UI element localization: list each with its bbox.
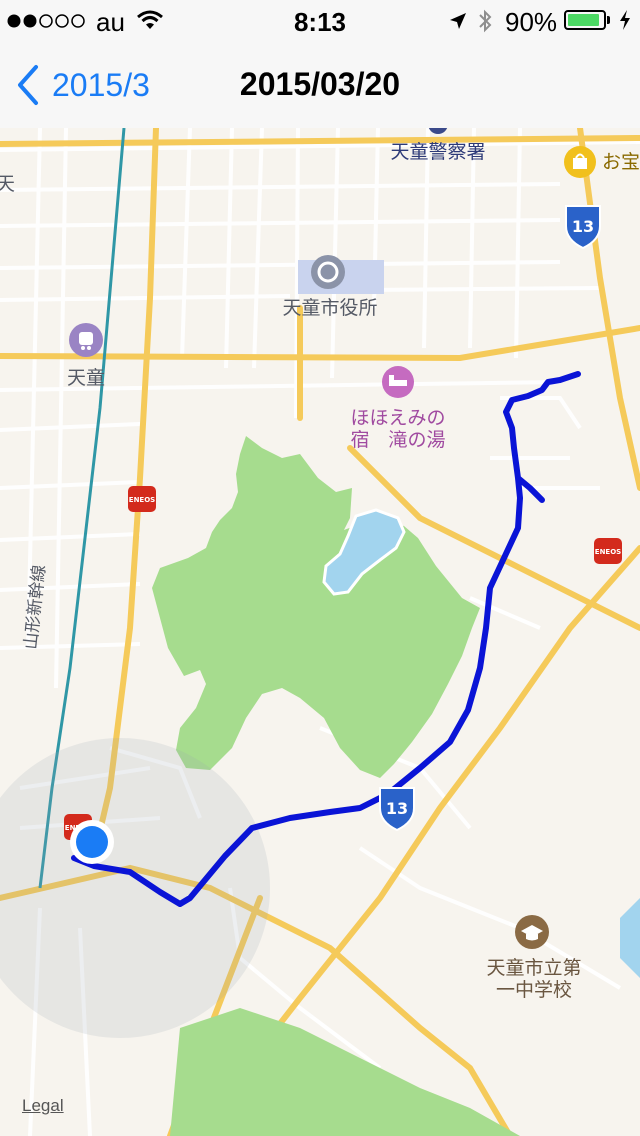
map-canvas[interactable]: 13 13 天童警察署 お宝 天童市役所 天童 天 ほほえみの 宿 滝の湯 天童… <box>0 128 640 1136</box>
svg-text:13: 13 <box>386 799 408 818</box>
hotel-icon[interactable] <box>382 366 414 398</box>
battery-icon <box>564 10 606 30</box>
current-location-dot-core <box>76 826 108 858</box>
shopping-bag-icon[interactable] <box>564 146 596 178</box>
svg-text:ENEOS: ENEOS <box>129 496 155 504</box>
battery-tip <box>607 16 610 24</box>
city-hall-label: 天童市役所 <box>282 297 377 319</box>
edge-label: 天 <box>0 173 15 195</box>
graduation-cap-icon[interactable] <box>515 915 549 949</box>
shop-label: お宝 <box>602 151 640 173</box>
train-station-icon[interactable] <box>69 323 103 357</box>
legal-link[interactable]: Legal <box>22 1096 64 1116</box>
location-arrow-icon <box>450 13 466 29</box>
city-hall-icon[interactable] <box>311 255 345 289</box>
charging-bolt-icon <box>620 10 630 30</box>
station-label: 天童 <box>67 367 105 389</box>
navigation-bar: 2015/3 2015/03/20 <box>0 42 640 129</box>
status-bar: au 8:13 90% <box>0 0 640 42</box>
battery-fill <box>568 14 599 26</box>
battery-percent: 90% <box>505 7 558 37</box>
bluetooth-icon <box>479 9 492 33</box>
school-label-line2: 一中学校 <box>496 979 572 1001</box>
police-label: 天童警察署 <box>390 141 485 163</box>
hotel-label-line1: ほほえみの <box>350 407 445 429</box>
svg-text:13: 13 <box>572 217 594 236</box>
gas-station-icon[interactable]: ENEOS <box>128 486 156 512</box>
gas-station-icon[interactable]: ENEOS <box>594 538 622 564</box>
school-label-line1: 天童市立第 <box>486 957 581 979</box>
hotel-label-line2: 宿 滝の湯 <box>350 429 445 451</box>
svg-text:ENEOS: ENEOS <box>595 548 621 556</box>
page-title: 2015/03/20 <box>239 66 401 102</box>
map-view[interactable]: 13 13 天童警察署 お宝 天童市役所 天童 天 ほほえみの 宿 滝の湯 天童… <box>0 128 640 1136</box>
